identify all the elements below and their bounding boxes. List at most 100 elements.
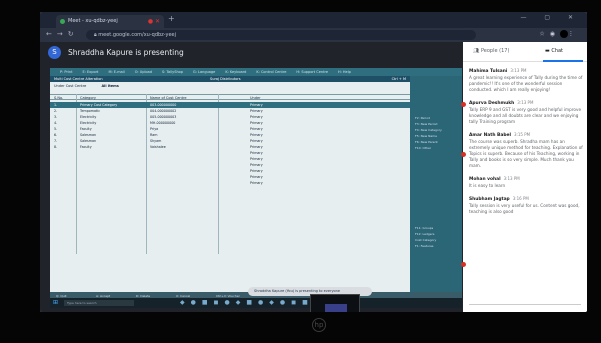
chat-sender-name: Mahima Tulsani [469,69,508,74]
back-icon[interactable]: ← [46,30,57,38]
chat-sender: Apurva Deshmukh 3:13 PM [469,100,583,106]
table-cell: Primary [250,103,263,107]
table-cell: Primary [250,127,263,131]
tally-side-button[interactable]: Cost Category [412,238,460,243]
chat-timestamp: 3:16 PM [512,196,529,201]
new-tab-button[interactable]: + [168,14,175,23]
chat-text: A great learning experience of Tally dur… [469,75,583,92]
tab-chat[interactable]: ▬ Chat [545,48,563,54]
table-cell: 1. [54,103,58,107]
nav-buttons[interactable]: ←→↻ [46,30,79,38]
table-cell: Primary [250,145,263,149]
tally-grid-header: S.No. Category Name of Cost Centre Under [50,94,410,100]
table-cell: Primary [250,163,263,167]
url-field[interactable]: 🔒︎ meet.google.com/xu-qdbz-yeej [86,30,476,40]
reload-icon[interactable]: ↻ [68,30,79,38]
table-cell: Primary [250,151,263,155]
monitor-logo: hp [312,318,326,332]
table-cell: MH-000000000 [150,121,176,125]
tally-side-button[interactable]: F5: New Name [412,134,460,139]
chat-text: It is easy to learn [469,183,506,188]
tally-side-button[interactable]: F6: New Parent [412,140,460,145]
taskbar-search[interactable]: Type here to search [64,300,134,306]
presenter-label: Shraddha Kapure is presenting [68,48,184,57]
menu-icon[interactable]: ⋮ [568,31,579,38]
table-cell: 004-000000002 [150,109,177,113]
table-cell: 8. [54,145,58,149]
under-label: Under Cost Centre [54,84,87,88]
close-tab-icon[interactable]: ● ✕ [148,15,160,28]
presenter-bar: S Shraddha Kapure is presenting [40,42,463,64]
tally-menu-item[interactable]: M: E-mail [108,70,124,74]
tally-side-button[interactable]: F12: Ledgers [412,232,460,237]
chat-sender: Mahima Tulsani 3:13 PM [469,68,583,74]
tally-menu-item[interactable]: S: TallyShop [162,70,183,74]
window-controls[interactable]: — ▢ ✕ [520,14,581,21]
table-cell: Primary [250,133,263,137]
chat-text: Tally session is very useful for us. Con… [469,203,580,214]
active-tab-indicator [543,60,583,62]
meet-stage: S Shraddha Kapure is presenting P: Print… [40,42,463,312]
browser-extensions[interactable]: ☆◉ ⋮ [539,30,579,38]
tally-side-button[interactable]: F3: New Period [412,122,460,127]
chat-sender: Shubham Jagtap 3:16 PM [469,196,583,202]
notification-dot [461,102,466,107]
table-cell: 005-000000003 [150,115,177,119]
star-icon[interactable]: ☆ [539,31,549,38]
table-cell: Primary Cost Category [80,103,118,107]
chat-sender-name: Apurva Deshmukh [469,101,515,106]
tally-rows: 1. Primary Cost Category 003-000000000 Prim… [50,102,410,186]
col-category: Category [80,96,96,100]
notification-dot [461,152,466,157]
table-cell: 2. [54,109,58,113]
table-cell: 003-000000000 [150,103,177,107]
forward-icon[interactable]: → [57,30,68,38]
chat-sender-name: Shubham Jagtap [469,197,510,202]
table-cell: Faculty [80,127,92,131]
browser-tab-meet[interactable]: Meet - xu-qdbz-yeej ● ✕ [56,15,164,28]
table-cell: Vaishalee [150,145,166,149]
taskbar-app-icons[interactable]: ◆●■◼●◆■●◆●◼■ [180,299,314,306]
tally-side-button[interactable]: F4: New Category [412,128,460,133]
table-cell: 3. [54,115,58,119]
table-cell: Primary [250,121,263,125]
tally-menu-item[interactable]: O: Upload [135,70,152,74]
col-cost-centre: Name of Cost Centre [150,96,187,100]
chat-compose-input[interactable] [469,297,581,305]
table-row[interactable]: Primary [50,180,410,186]
table-cell: 7. [54,139,58,143]
tab-people-label: People (17) [480,48,510,54]
tally-side-button[interactable]: F1: Features [412,244,460,249]
tally-menu-item[interactable]: G: Language [193,70,215,74]
chat-message: Amar Nath Babel 3:15 PM The course was sup… [469,132,583,169]
table-cell: Primary [250,109,263,113]
tally-menu-item[interactable]: H: Support Centre [296,70,328,74]
col-under: Under [250,96,261,100]
table-cell: Ram [150,133,158,137]
tally-side-button[interactable]: F11: Groups [412,226,460,231]
extension-icon[interactable]: ◉ [550,31,560,38]
tally-menu-item[interactable]: H: Help [338,70,351,74]
tally-side-button[interactable]: F2: Period [412,116,460,121]
tally-menu-item[interactable]: K: Control Centre [256,70,286,74]
chat-timestamp: 3:13 PM [510,68,527,73]
windows-start-icon[interactable]: ⊞ [53,299,58,306]
table-cell: Salesman [80,133,97,137]
presenter-avatar: S [48,46,61,59]
profile-avatar-icon[interactable] [560,30,568,38]
table-cell: Primary [250,157,263,161]
table-cell: Primary [250,169,263,173]
tally-menu-item[interactable]: K: Keyboard [225,70,246,74]
browser-tab-strip: Meet - xu-qdbz-yeej ● ✕ + — ▢ ✕ [40,12,587,28]
self-view-preview [325,304,347,312]
chat-message: Mahima Tulsani 3:13 PM A great learning ex… [469,68,583,93]
tally-menu-item[interactable]: E: Export [82,70,98,74]
under-value[interactable]: All Items [101,84,118,88]
presenting-text: Shraddha Kapure (You) is presenting to e… [254,289,341,293]
tally-menu-item[interactable]: P: Print [60,70,72,74]
tally-side-button[interactable]: F10: Other [412,146,460,151]
tab-people[interactable]: 👥︎ People (17) [473,48,509,54]
chat-timestamp: 3:15 PM [513,132,531,137]
table-cell: Faculty [80,145,92,149]
chat-text: Tally ERP 9 and GST is very good and hel… [469,107,582,124]
